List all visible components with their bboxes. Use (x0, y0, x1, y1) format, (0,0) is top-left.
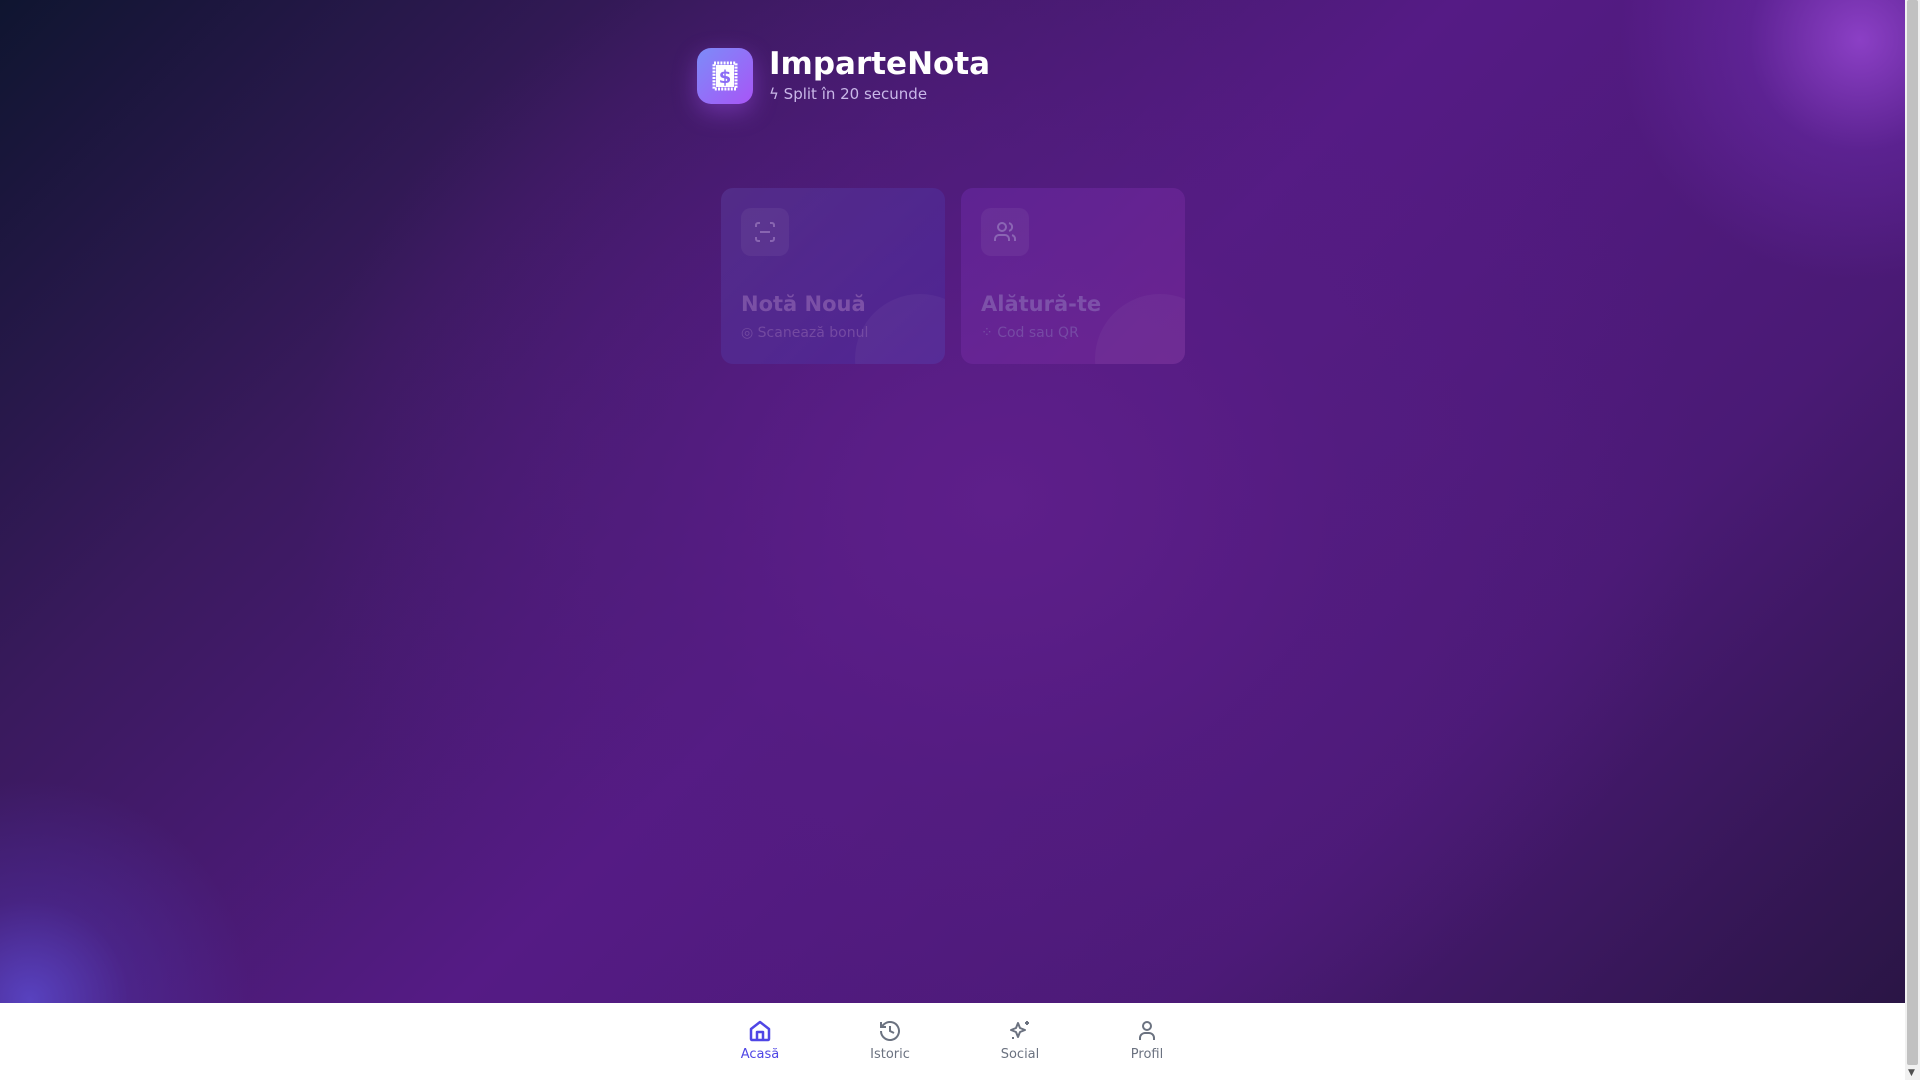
bottom-nav: Acasă Istoric Social Profil (0, 1003, 1905, 1080)
card-subtitle-text: Cod sau QR (997, 325, 1079, 341)
receipt-dollar-icon: $ (712, 61, 738, 91)
app-title: ImparteNota (769, 46, 991, 82)
subtitle-text: Split în 20 secunde (783, 85, 928, 103)
card-subtitle-text: Scanează bonul (757, 325, 869, 341)
qr-icon: ⁘ (981, 325, 998, 341)
card-title: Alătură-te (981, 292, 1102, 316)
scrollbar-thumb[interactable] (1907, 0, 1918, 1065)
new-bill-card[interactable]: Notă Nouă ◎ Scanează bonul (721, 188, 945, 364)
nav-profile[interactable]: Profil (1097, 1019, 1197, 1062)
card-subtitle: ⁘ Cod sau QR (981, 325, 1079, 341)
background (0, 0, 1905, 1003)
users-icon (981, 208, 1029, 256)
app-subtitle: ϟ Split în 20 secunde (769, 85, 927, 103)
nav-social[interactable]: Social (970, 1019, 1070, 1062)
sparkles-icon (1010, 1021, 1029, 1039)
zap-icon: ϟ (769, 85, 784, 103)
scroll-down-arrow-icon[interactable]: ▼ (1908, 1068, 1915, 1078)
nav-label: Istoric (870, 1047, 910, 1062)
home-icon (749, 1020, 771, 1042)
decorative-circle (1095, 294, 1185, 364)
nav-label: Social (1000, 1047, 1040, 1062)
join-card[interactable]: Alătură-te ⁘ Cod sau QR (961, 188, 1185, 364)
scan-icon (741, 208, 789, 256)
svg-text:$: $ (719, 67, 732, 88)
user-icon (1139, 1021, 1155, 1040)
nav-label: Acasă (740, 1047, 780, 1062)
nav-label: Profil (1130, 1047, 1164, 1062)
card-subtitle: ◎ Scanează bonul (741, 325, 868, 341)
card-title: Notă Nouă (741, 292, 866, 316)
nav-home[interactable]: Acasă (710, 1019, 810, 1062)
app-logo: $ (697, 48, 753, 104)
camera-icon: ◎ (741, 325, 758, 341)
nav-history[interactable]: Istoric (840, 1019, 940, 1062)
decorative-circle (855, 294, 945, 364)
history-icon (880, 1021, 900, 1041)
